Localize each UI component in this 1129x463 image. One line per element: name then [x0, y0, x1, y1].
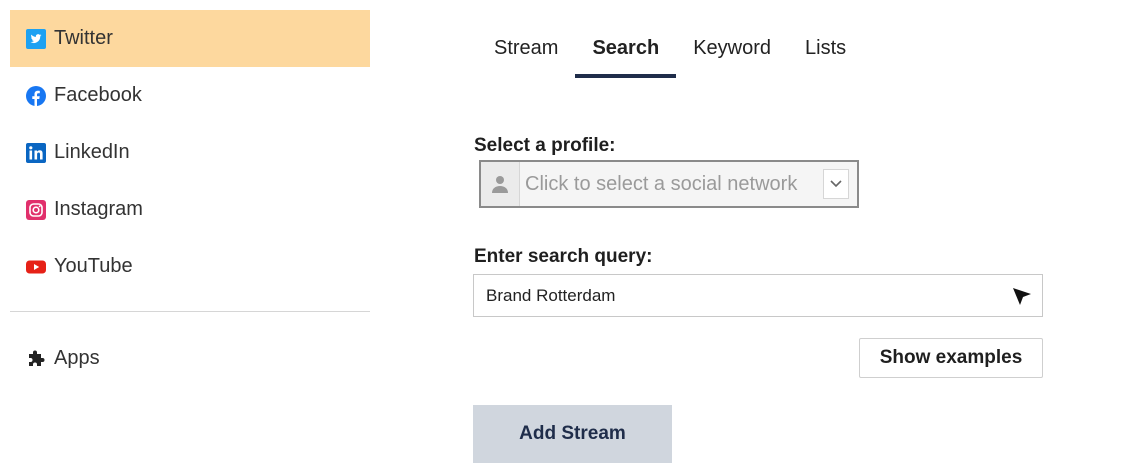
tab-bar: Stream Search Keyword Lists	[477, 18, 863, 78]
tab-keyword[interactable]: Keyword	[676, 18, 788, 78]
tab-stream[interactable]: Stream	[477, 18, 575, 78]
tab-label: Stream	[494, 36, 559, 59]
tab-label: Keyword	[693, 36, 771, 59]
tab-lists[interactable]: Lists	[788, 18, 863, 78]
profile-select[interactable]: Click to select a social network	[479, 160, 859, 208]
sidebar-item-label: Twitter	[54, 27, 113, 49]
instagram-icon	[26, 199, 46, 220]
search-query-field	[473, 274, 1043, 317]
tab-label: Search	[592, 36, 660, 59]
profile-label: Select a profile:	[474, 135, 616, 156]
sidebar-item-instagram[interactable]: Instagram	[10, 181, 370, 238]
sidebar: Twitter Facebook LinkedIn Instagram YouT…	[10, 10, 370, 295]
chevron-down-icon[interactable]	[823, 169, 849, 199]
sidebar-item-apps[interactable]: Apps	[10, 330, 370, 387]
sidebar-item-twitter[interactable]: Twitter	[10, 10, 370, 67]
sidebar-item-linkedin[interactable]: LinkedIn	[10, 124, 370, 181]
show-examples-button[interactable]: Show examples	[859, 338, 1043, 378]
twitter-icon	[26, 28, 46, 49]
query-label: Enter search query:	[474, 246, 653, 267]
send-arrow-icon[interactable]	[1002, 285, 1042, 307]
tab-search[interactable]: Search	[575, 18, 676, 78]
puzzle-icon	[26, 349, 46, 369]
apps-label: Apps	[54, 347, 100, 369]
sidebar-item-youtube[interactable]: YouTube	[10, 238, 370, 295]
sidebar-item-label: LinkedIn	[54, 141, 130, 163]
linkedin-icon	[26, 142, 46, 163]
facebook-icon	[26, 85, 46, 106]
sidebar-item-label: Instagram	[54, 198, 143, 220]
tab-label: Lists	[805, 36, 847, 59]
sidebar-item-label: Facebook	[54, 84, 142, 106]
search-query-input[interactable]	[474, 274, 1002, 317]
sidebar-divider	[10, 311, 370, 312]
sidebar-item-facebook[interactable]: Facebook	[10, 67, 370, 124]
sidebar-item-label: YouTube	[54, 255, 133, 277]
apps-row[interactable]: Apps	[10, 330, 370, 387]
add-stream-button[interactable]: Add Stream	[473, 405, 672, 463]
profile-placeholder: Click to select a social network	[525, 172, 798, 195]
youtube-icon	[26, 257, 46, 277]
user-icon	[481, 162, 520, 206]
